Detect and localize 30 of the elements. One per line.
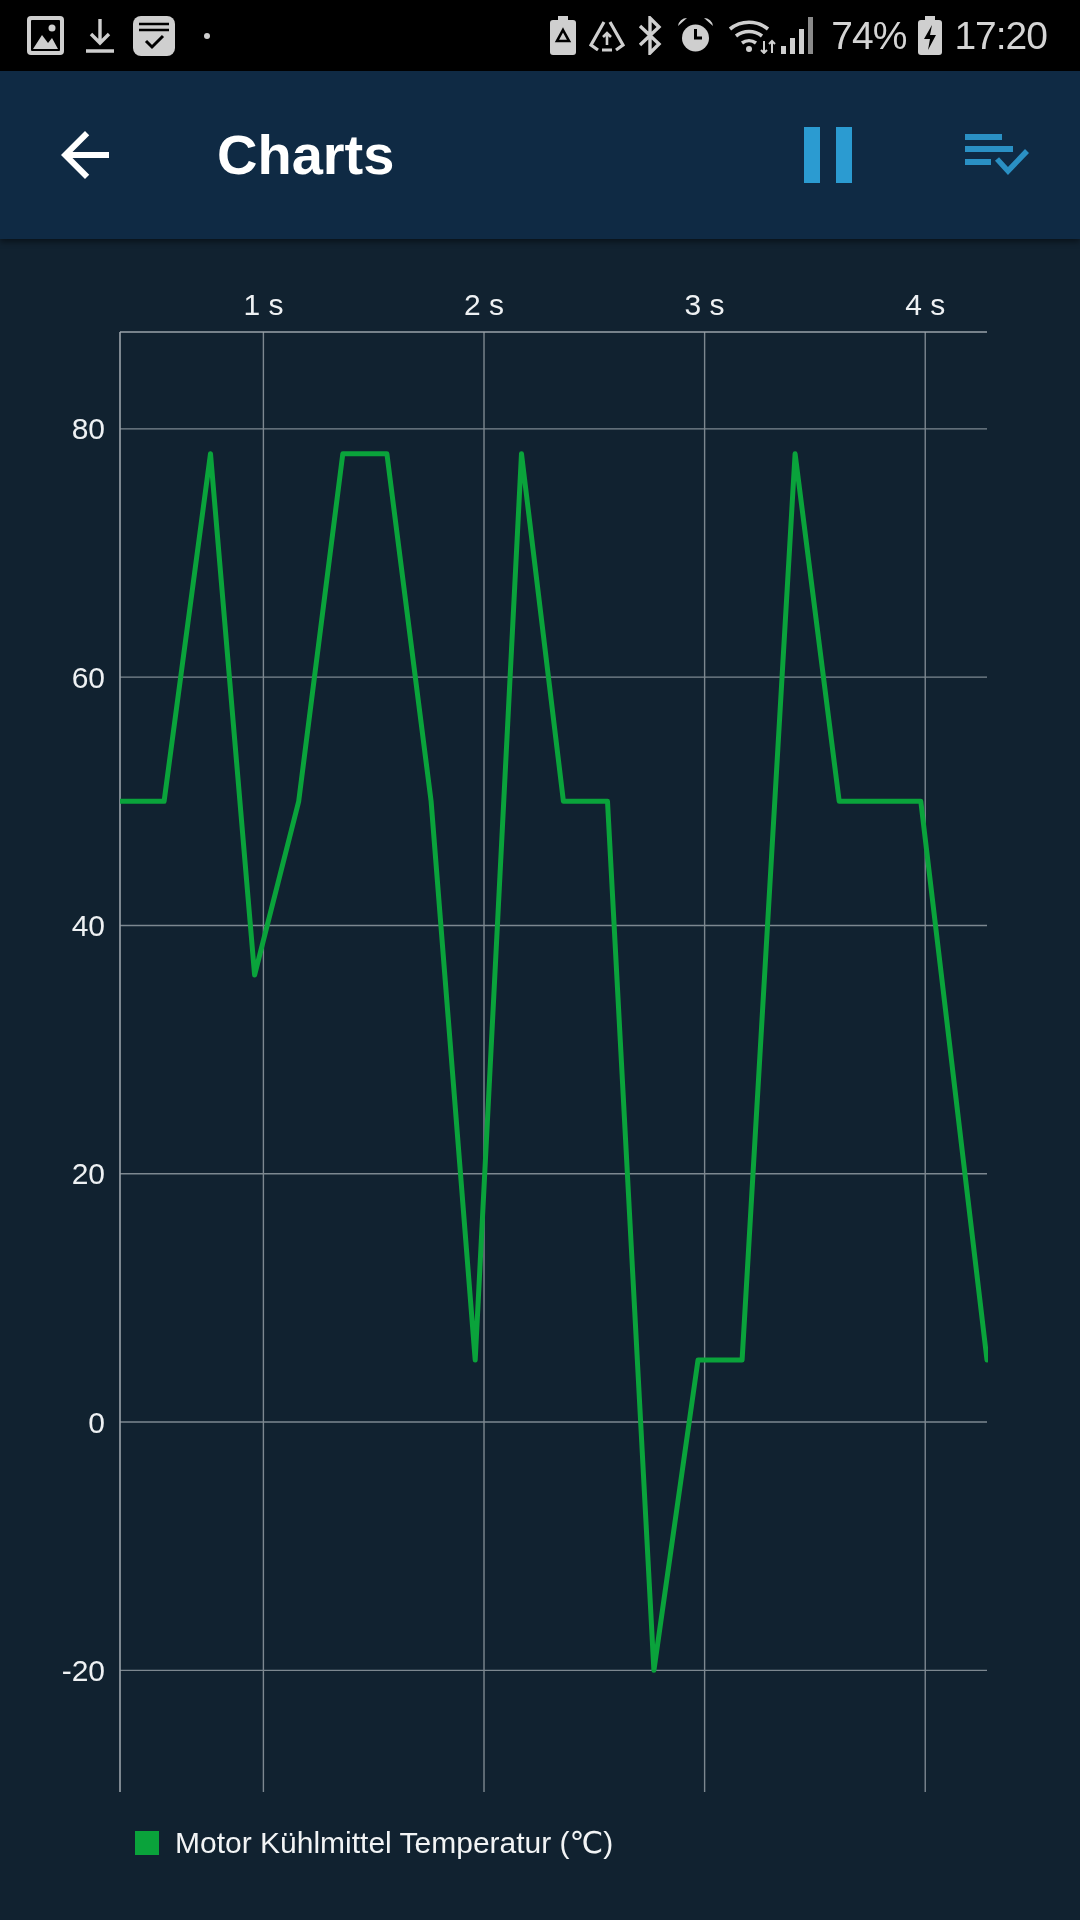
battery-icon xyxy=(550,16,577,55)
page-title: Charts xyxy=(217,123,395,187)
x-axis-label: 2 s xyxy=(464,287,504,321)
x-axis-label: 3 s xyxy=(684,287,725,321)
bluetooth-icon xyxy=(638,16,663,55)
pause-button[interactable] xyxy=(804,127,852,183)
image-icon xyxy=(27,16,64,55)
y-axis-label: 20 xyxy=(71,1157,105,1191)
y-axis-label: 0 xyxy=(88,1405,105,1439)
y-axis-label: -20 xyxy=(61,1653,105,1687)
back-arrow-icon xyxy=(61,131,109,179)
clipboard-check-icon xyxy=(133,15,175,56)
y-axis-label: 80 xyxy=(71,412,105,446)
alarm-clock-icon xyxy=(677,17,715,54)
download-icon xyxy=(86,18,114,53)
recycle-icon xyxy=(588,18,627,53)
wifi-icon xyxy=(728,17,777,54)
checklist-icon xyxy=(965,133,1029,177)
x-axis-label: 4 s xyxy=(905,287,946,321)
battery-percent: 74% xyxy=(831,13,907,58)
checklist-button[interactable] xyxy=(965,133,1029,177)
x-axis-label: 1 s xyxy=(243,287,284,321)
battery-charging-icon xyxy=(918,16,943,55)
back-button[interactable] xyxy=(61,131,109,179)
legend-label: Motor Kühlmittel Temperatur (℃) xyxy=(175,1826,614,1860)
dot-icon xyxy=(204,32,210,39)
y-axis-label: 60 xyxy=(71,660,105,694)
clock-time: 17:20 xyxy=(954,13,1047,58)
y-axis-label: 40 xyxy=(71,908,105,942)
pause-icon xyxy=(804,127,852,183)
